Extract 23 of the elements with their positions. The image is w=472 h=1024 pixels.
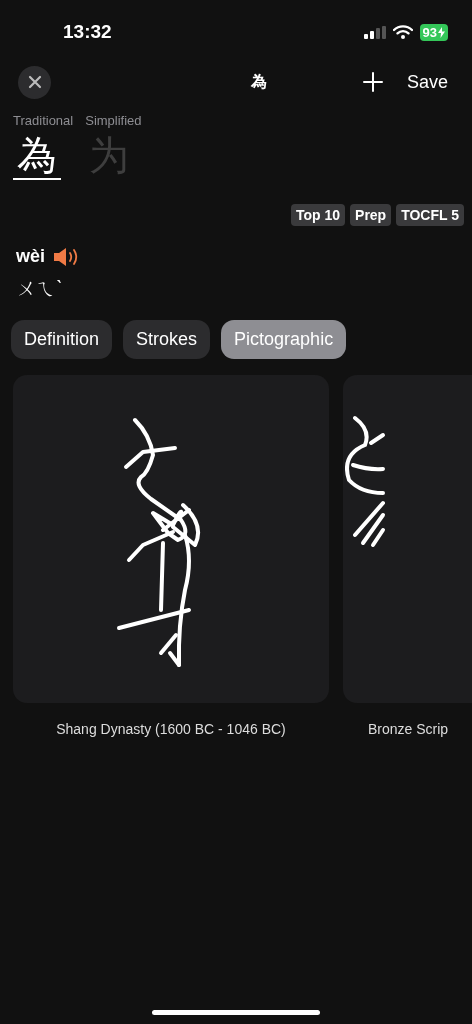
script-era-caption: Shang Dynasty (1600 BC - 1046 BC) <box>56 721 286 737</box>
add-button[interactable] <box>362 72 383 92</box>
nav-title: 為 <box>251 71 268 92</box>
close-button[interactable] <box>18 65 51 99</box>
tab[interactable]: Strokes <box>123 320 211 359</box>
status-time: 13:32 <box>63 21 112 43</box>
script-era-caption: Bronze Scrip <box>367 721 449 737</box>
charging-bolt-icon <box>438 26 445 38</box>
script-label: Simplified <box>85 113 142 128</box>
script-label: Traditional <box>13 113 74 128</box>
pinyin-text: wèi <box>16 246 45 267</box>
plus-icon <box>362 72 383 92</box>
level-tag: Top 10 <box>290 204 346 226</box>
battery-indicator: 93 <box>419 23 448 41</box>
character-option[interactable]: 為 <box>13 130 61 180</box>
level-tag: Prep <box>350 204 392 226</box>
level-tag: TOCFL 5 <box>396 204 464 226</box>
wifi-icon <box>392 25 413 39</box>
tab[interactable]: Definition <box>11 320 113 359</box>
signal-icon <box>363 25 386 39</box>
close-icon <box>27 75 42 89</box>
save-button[interactable]: Save <box>406 71 448 93</box>
zhuyin-text: ㄨㄟˋ <box>15 276 64 301</box>
